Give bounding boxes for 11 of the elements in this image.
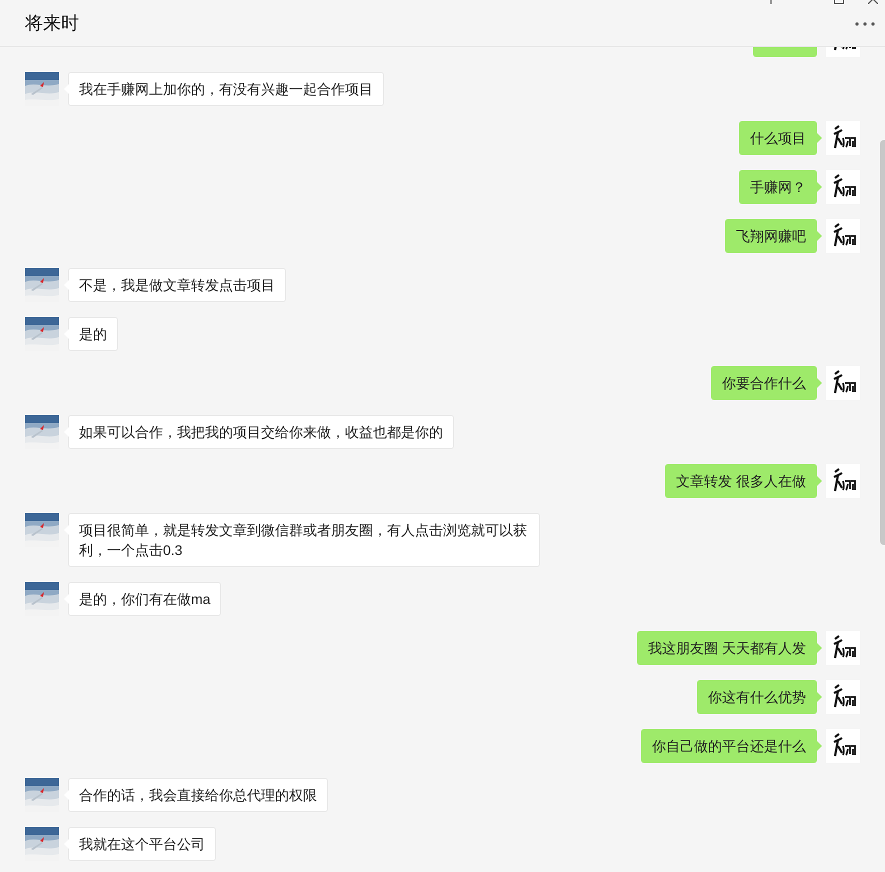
bubble-tail <box>817 133 822 143</box>
bubble-tail <box>817 741 822 751</box>
bubble-tail <box>817 476 822 486</box>
bubble-tail <box>817 182 822 192</box>
more-icon[interactable] <box>855 22 875 26</box>
bubble-tail <box>817 378 822 388</box>
window-title: 将来时 <box>25 12 79 36</box>
bubble-tail <box>817 692 822 702</box>
scrollbar[interactable] <box>880 140 885 545</box>
bubble-tail <box>817 643 822 653</box>
bubble-tail <box>817 231 822 241</box>
